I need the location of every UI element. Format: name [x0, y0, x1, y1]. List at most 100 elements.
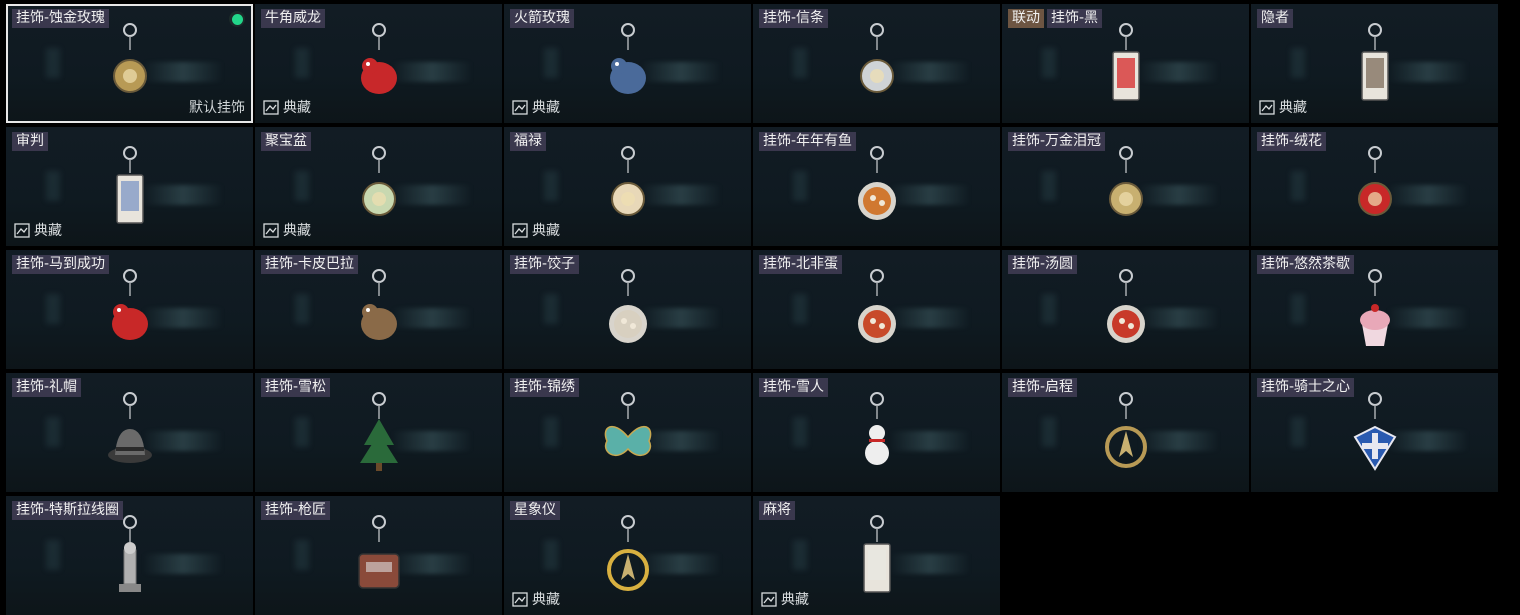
- charm-card[interactable]: 挂饰-悠然茶歇: [1251, 250, 1498, 369]
- charm-label: 挂饰-枪匠: [261, 501, 331, 520]
- background-glow: [46, 540, 60, 570]
- charm-card[interactable]: 挂饰-汤圆: [1002, 250, 1249, 369]
- charm-card[interactable]: 福禄 典藏: [504, 127, 751, 246]
- hermit-card-icon: [1360, 23, 1389, 101]
- charm-card[interactable]: 挂饰-卡皮巴拉: [255, 250, 502, 369]
- charm-name: 挂饰-雪人: [759, 378, 829, 397]
- charm-name: 挂饰-启程: [1008, 378, 1078, 397]
- charm-label: 挂饰-礼帽: [12, 378, 82, 397]
- charm-label: 挂饰-信条: [759, 9, 829, 28]
- background-glow: [544, 417, 558, 447]
- charm-label: 麻将: [759, 501, 795, 520]
- butterfly-icon: [604, 392, 651, 457]
- equipped-indicator: [229, 11, 245, 27]
- charm-card[interactable]: 挂饰-年年有鱼: [753, 127, 1000, 246]
- collection-label: 典藏: [1279, 100, 1307, 116]
- charm-card[interactable]: 火箭玫瑰 典藏: [504, 4, 751, 123]
- velvet-flower-icon: [1357, 146, 1392, 216]
- background-glow: [46, 171, 60, 201]
- dumpling-icon: [608, 269, 647, 343]
- charm-card[interactable]: 挂饰-马到成功: [6, 250, 253, 369]
- charm-name: 挂饰-枪匠: [261, 501, 331, 520]
- charm-label: 挂饰-启程: [1008, 378, 1078, 397]
- background-glow: [793, 540, 807, 570]
- charm-label: 挂饰-雪松: [261, 378, 331, 397]
- charm-card[interactable]: 挂饰-雪松: [255, 373, 502, 492]
- background-glow: [793, 48, 807, 78]
- treasure-bowl-icon: [361, 146, 396, 216]
- charm-name: 牛角威龙: [261, 9, 325, 28]
- mahjong-tile-icon: [862, 515, 891, 593]
- background-glow: [295, 294, 309, 324]
- collection-badge: 典藏: [512, 97, 560, 117]
- astrolabe-icon: [606, 515, 649, 591]
- background-glow: [544, 294, 558, 324]
- background-glow: [793, 417, 807, 447]
- background-glow: [544, 540, 558, 570]
- charm-card[interactable]: 联动 挂饰-黑: [1002, 4, 1249, 123]
- charm-card[interactable]: 挂饰-北非蛋: [753, 250, 1000, 369]
- compass-icon: [1104, 392, 1147, 468]
- collection-label: 典藏: [532, 100, 560, 116]
- charm-card[interactable]: 挂饰-锦绣: [504, 373, 751, 492]
- charm-card[interactable]: 挂饰-雪人: [753, 373, 1000, 492]
- charm-card[interactable]: 挂饰-骑士之心: [1251, 373, 1498, 492]
- charm-label: 挂饰-北非蛋: [759, 255, 843, 274]
- knight-badge-icon: [1353, 392, 1396, 471]
- charm-name: 挂饰-北非蛋: [759, 255, 843, 274]
- capybara-icon: [360, 269, 397, 340]
- background-glow: [295, 417, 309, 447]
- collection-icon: [263, 99, 279, 115]
- black-card-icon: [1111, 23, 1140, 101]
- charm-card[interactable]: 挂饰-绒花: [1251, 127, 1498, 246]
- tesla-coil-icon: [118, 515, 141, 592]
- charm-card[interactable]: 挂饰-万金泪冠: [1002, 127, 1249, 246]
- collection-badge: 典藏: [263, 220, 311, 240]
- collection-icon: [263, 222, 279, 238]
- charm-card[interactable]: 隐者典藏: [1251, 4, 1498, 123]
- collection-label: 典藏: [283, 223, 311, 239]
- charm-label: 挂饰-饺子: [510, 255, 580, 274]
- judgment-card-icon: [115, 146, 144, 224]
- charm-label: 联动 挂饰-黑: [1008, 9, 1103, 28]
- charm-card[interactable]: 挂饰-信条: [753, 4, 1000, 123]
- charm-card[interactable]: 麻将典藏: [753, 496, 1000, 615]
- charm-label: 隐者: [1257, 9, 1293, 28]
- collection-icon: [512, 591, 528, 607]
- charm-card[interactable]: 挂饰-饺子: [504, 250, 751, 369]
- charm-card[interactable]: 挂饰-礼帽: [6, 373, 253, 492]
- background-glow: [1291, 294, 1305, 324]
- charm-card[interactable]: 牛角威龙 典藏: [255, 4, 502, 123]
- creed-icon: [859, 23, 894, 93]
- charm-label: 牛角威龙: [261, 9, 325, 28]
- charm-label: 挂饰-绒花: [1257, 132, 1327, 151]
- charm-name: 审判: [12, 132, 48, 151]
- charm-name: 麻将: [759, 501, 795, 520]
- collection-badge: 典藏: [263, 97, 311, 117]
- charm-card[interactable]: 挂饰-启程: [1002, 373, 1249, 492]
- charm-label: 聚宝盆: [261, 132, 311, 151]
- charm-card[interactable]: 挂饰-枪匠: [255, 496, 502, 615]
- rocket-rose-icon: [609, 23, 646, 94]
- collection-label: 典藏: [532, 592, 560, 608]
- fish-icon: [857, 146, 896, 220]
- background-glow: [1042, 48, 1056, 78]
- default-charm-label: 默认挂饰: [189, 100, 245, 116]
- background-glow: [295, 540, 309, 570]
- background-glow: [46, 294, 60, 324]
- charm-card[interactable]: 聚宝盆典藏: [255, 127, 502, 246]
- collection-label: 典藏: [781, 592, 809, 608]
- charm-name: 挂饰-雪松: [261, 378, 331, 397]
- charm-card[interactable]: 审判 典藏: [6, 127, 253, 246]
- collection-badge: 典藏: [761, 589, 809, 609]
- horse-icon: [111, 269, 148, 340]
- tangyuan-icon: [1106, 269, 1145, 343]
- charm-name: 挂饰-汤圆: [1008, 255, 1078, 274]
- charm-label: 审判: [12, 132, 48, 151]
- charm-card[interactable]: 星象仪典藏: [504, 496, 751, 615]
- charm-card[interactable]: 挂饰-特斯拉线圈: [6, 496, 253, 615]
- collection-icon: [512, 222, 528, 238]
- charm-name: 福禄: [510, 132, 546, 151]
- charm-name: 星象仪: [510, 501, 560, 520]
- charm-card[interactable]: 挂饰-蚀金玫瑰 默认挂饰: [6, 4, 253, 123]
